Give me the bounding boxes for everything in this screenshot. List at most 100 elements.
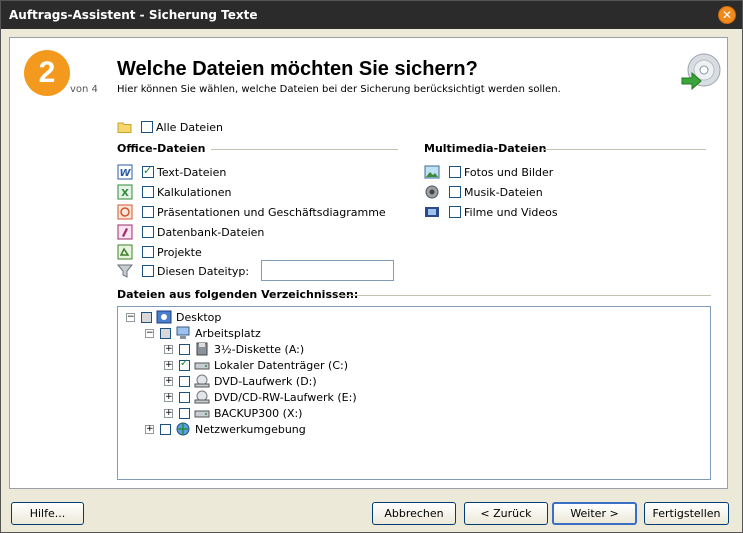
arbeitsplatz-checkbox[interactable] [160, 327, 171, 339]
tree-label: BACKUP300 (X:) [214, 406, 303, 420]
photos-label: Fotos und Bilder [464, 165, 554, 179]
all-files-label: Alle Dateien [156, 120, 223, 134]
filter-icon [117, 264, 133, 278]
expand-icon[interactable]: + [164, 392, 173, 402]
all-files-row[interactable]: Alle Dateien [117, 118, 223, 136]
dvd-icon [194, 374, 210, 388]
svg-text:X: X [121, 188, 129, 199]
videos-checkbox[interactable] [449, 206, 461, 218]
filetype-input[interactable] [261, 260, 394, 281]
desktop-icon [156, 310, 172, 324]
media-item-music[interactable]: Musik-Dateien [424, 183, 543, 201]
office-item-presentations[interactable]: Präsentationen und Geschäftsdiagramme [117, 203, 386, 221]
tree-label: DVD/CD-RW-Laufwerk (E:) [214, 390, 357, 404]
database-label: Datenbank-Dateien [157, 225, 265, 239]
network-icon [176, 422, 190, 436]
drive-e-checkbox[interactable] [179, 391, 190, 403]
office-item-calc[interactable]: X Kalkulationen [117, 183, 231, 201]
picture-icon [424, 165, 440, 179]
photos-checkbox[interactable] [449, 166, 461, 178]
page-title: Welche Dateien möchten Sie sichern? [117, 58, 478, 80]
office-item-filetype[interactable]: Diesen Dateityp: [117, 262, 249, 280]
presentations-checkbox[interactable] [142, 206, 154, 218]
expand-icon[interactable]: + [164, 376, 173, 386]
back-button[interactable]: < Zurück [464, 502, 548, 525]
projects-label: Projekte [157, 245, 202, 259]
access-icon [117, 224, 133, 240]
next-button[interactable]: Weiter > [552, 502, 637, 525]
folder-icon [117, 122, 132, 133]
tree-label: Arbeitsplatz [195, 326, 261, 340]
folder-tree[interactable]: − Desktop − Arbeitsplatz + 3½-Diskette (… [117, 306, 711, 480]
content-panel: 2 von 4 Welche Dateien möchten Sie siche… [9, 37, 728, 489]
speaker-icon [425, 185, 439, 199]
expand-icon[interactable]: + [164, 360, 173, 370]
tree-label: Netzwerkumgebung [195, 422, 306, 436]
finish-button[interactable]: Fertigstellen [644, 502, 729, 525]
database-checkbox[interactable] [142, 226, 154, 238]
expand-icon[interactable]: + [145, 424, 154, 434]
multimedia-divider [544, 149, 706, 150]
drive-x-checkbox[interactable] [179, 407, 190, 419]
tree-node-network[interactable]: + Netzwerkumgebung [145, 421, 306, 437]
office-divider [211, 149, 398, 150]
desktop-checkbox[interactable] [141, 311, 152, 323]
media-item-videos[interactable]: Filme und Videos [424, 203, 558, 221]
music-label: Musik-Dateien [464, 185, 543, 199]
videos-label: Filme und Videos [464, 205, 558, 219]
office-heading: Office-Dateien [117, 142, 206, 155]
cd-backup-icon [681, 53, 721, 91]
harddisk-icon [194, 410, 210, 418]
excel-icon: X [117, 184, 133, 200]
cancel-button[interactable]: Abbrechen [372, 502, 456, 525]
wizard-window: Auftrags-Assistent - Sicherung Texte ✕ 2… [0, 0, 743, 533]
office-item-projects[interactable]: Projekte [117, 243, 202, 261]
tree-label: Desktop [176, 310, 222, 324]
title-bar: Auftrags-Assistent - Sicherung Texte ✕ [1, 1, 742, 29]
tree-node-drive-e[interactable]: + DVD/CD-RW-Laufwerk (E:) [164, 389, 357, 405]
tree-node-drive-d[interactable]: + DVD-Laufwerk (D:) [164, 373, 317, 389]
word-icon: W [117, 164, 133, 180]
close-icon[interactable]: ✕ [718, 6, 736, 24]
tree-node-drive-x[interactable]: + BACKUP300 (X:) [164, 405, 302, 421]
expand-icon[interactable]: + [164, 344, 173, 354]
text-files-label: Text-Dateien [157, 165, 227, 179]
filetype-label: Diesen Dateityp: [157, 264, 250, 278]
floppy-icon [196, 342, 208, 356]
help-button[interactable]: Hilfe... [11, 502, 84, 525]
tree-node-drive-c[interactable]: + Lokaler Datenträger (C:) [164, 357, 348, 373]
music-checkbox[interactable] [449, 186, 461, 198]
network-checkbox[interactable] [160, 423, 171, 435]
project-icon [117, 244, 133, 260]
all-files-checkbox[interactable] [141, 121, 153, 133]
powerpoint-icon [117, 204, 133, 220]
drive-d-checkbox[interactable] [179, 375, 190, 387]
cdrw-icon [194, 390, 210, 404]
tree-label: 3½-Diskette (A:) [214, 342, 305, 356]
calc-label: Kalkulationen [157, 185, 232, 199]
expand-icon[interactable]: + [164, 408, 173, 418]
presentations-label: Präsentationen und Geschäftsdiagramme [157, 205, 386, 219]
svg-text:W: W [119, 168, 131, 179]
tree-node-floppy[interactable]: + 3½-Diskette (A:) [164, 341, 304, 357]
tree-node-desktop[interactable]: − Desktop [126, 309, 221, 325]
tree-node-arbeitsplatz[interactable]: − Arbeitsplatz [145, 325, 261, 341]
filetype-checkbox[interactable] [142, 265, 154, 277]
calc-checkbox[interactable] [142, 186, 154, 198]
floppy-checkbox[interactable] [179, 343, 190, 355]
harddisk-icon [194, 362, 210, 370]
computer-icon [176, 326, 190, 339]
media-item-photos[interactable]: Fotos und Bilder [424, 163, 553, 181]
collapse-icon[interactable]: − [145, 328, 154, 338]
office-item-database[interactable]: Datenbank-Dateien [117, 223, 264, 241]
text-files-checkbox[interactable] [142, 164, 154, 178]
collapse-icon[interactable]: − [126, 312, 135, 322]
step-badge: 2 [24, 50, 70, 96]
office-item-text[interactable]: W Text-Dateien [117, 163, 226, 181]
projects-checkbox[interactable] [142, 246, 154, 258]
folders-divider [337, 295, 711, 296]
film-icon [425, 207, 439, 217]
multimedia-heading: Multimedia-Dateien [424, 142, 547, 155]
drive-c-checkbox[interactable] [179, 358, 190, 371]
tree-label: Lokaler Datenträger (C:) [214, 358, 349, 372]
